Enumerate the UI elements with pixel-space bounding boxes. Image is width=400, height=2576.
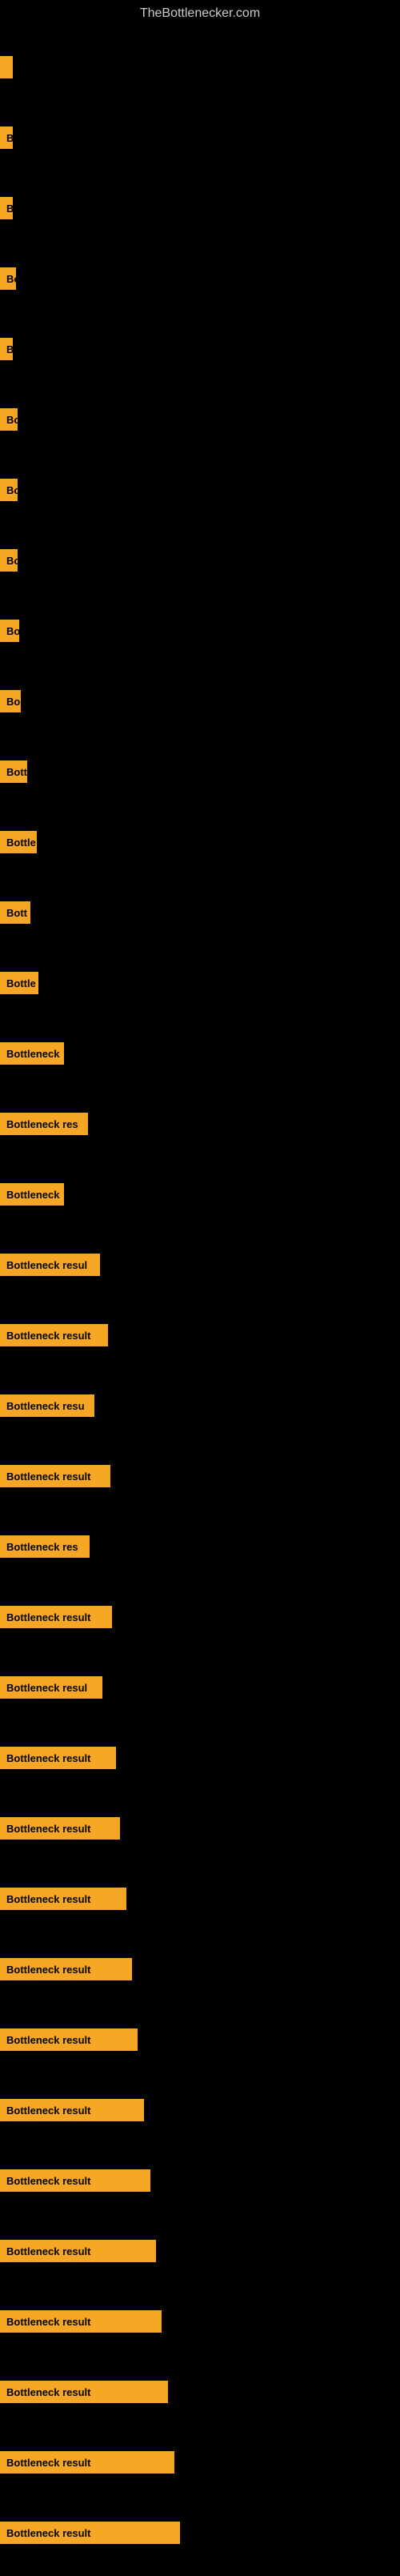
list-item: Bott [0, 736, 400, 807]
list-item: Bottleneck result [0, 1934, 400, 2004]
bottleneck-label [0, 56, 13, 78]
list-item: Bottleneck res [0, 1511, 400, 1582]
list-item: Bottleneck result [0, 1723, 400, 1793]
bottleneck-label: Bottleneck result [0, 1606, 112, 1628]
bottleneck-label: Bottleneck result [0, 1958, 132, 1980]
bottleneck-label: Bo [0, 408, 18, 431]
bottleneck-label: B [0, 197, 13, 219]
bottleneck-label: Bottleneck [0, 1042, 64, 1065]
bottleneck-label: Bott [0, 901, 30, 924]
bottleneck-label: Bottleneck res [0, 1113, 88, 1135]
list-item: Bottleneck resu [0, 1370, 400, 1441]
bottleneck-label: Bott [0, 760, 27, 783]
list-item: Bo [0, 384, 400, 455]
list-item: Bottleneck resul [0, 1652, 400, 1723]
bottleneck-label: Bottleneck resu [0, 1394, 94, 1417]
list-item: Bottleneck result [0, 1441, 400, 1511]
list-item: Bott [0, 877, 400, 948]
bottleneck-label: Bo [0, 690, 21, 712]
list-item: Bo [0, 455, 400, 525]
list-item: Bottleneck res [0, 1089, 400, 1159]
list-item: Bottle [0, 807, 400, 877]
bottleneck-label: Bo [0, 620, 19, 642]
bottleneck-label: Bottleneck resul [0, 1254, 100, 1276]
list-item: B [0, 173, 400, 243]
list-item: Bottle [0, 948, 400, 1018]
list-item: Bottleneck result [0, 2498, 400, 2568]
bottleneck-label: Bottleneck result [0, 2028, 138, 2051]
list-item: Bottleneck result [0, 1582, 400, 1652]
list-item: B [0, 102, 400, 173]
list-item: Bottleneck result [0, 2075, 400, 2145]
list-item: Bo [0, 525, 400, 596]
list-item: Bottleneck [0, 1159, 400, 1230]
list-item: Bottleneck [0, 1018, 400, 1089]
list-item: Bottleneck result [0, 2145, 400, 2216]
rows-container: B B Bo B Bo Bo Bo Bo Bo Bott Bottle Bott Bottle Bottl… [0, 24, 400, 2576]
bottleneck-label: Bottleneck result [0, 2099, 144, 2121]
list-item: Bottleneck resul [0, 1230, 400, 1300]
bottleneck-label: Bottleneck result [0, 2381, 168, 2403]
list-item: Bo [0, 243, 400, 314]
bottleneck-label: Bottleneck result [0, 1465, 110, 1487]
list-item: Bottleneck result [0, 2357, 400, 2427]
list-item: Bottleneck result [0, 2427, 400, 2498]
bottleneck-label: Bo [0, 479, 18, 501]
bottleneck-label: Bottleneck result [0, 1324, 108, 1346]
bottleneck-label: Bottleneck result [0, 2240, 156, 2262]
list-item [0, 32, 400, 102]
bottleneck-label: Bottleneck result [0, 1747, 116, 1769]
list-item: Bottleneck result [0, 1300, 400, 1370]
list-item: B [0, 314, 400, 384]
list-item: Bottleneck result [0, 2004, 400, 2075]
bottleneck-label: Bottleneck result [0, 2522, 180, 2544]
bottleneck-label: B [0, 126, 13, 149]
list-item: Bo [0, 596, 400, 666]
bottleneck-label: Bottleneck resul [0, 1676, 102, 1699]
bottleneck-label: Bottleneck res [0, 1535, 90, 1558]
list-item: Bottleneck result [0, 1793, 400, 1864]
bottleneck-label: Bottleneck result [0, 1817, 120, 1840]
site-title: TheBottlenecker.com [0, 0, 400, 24]
bottleneck-label: Bottle [0, 972, 38, 994]
bottleneck-label: Bottleneck result [0, 1888, 126, 1910]
list-item: Bottleneck result [0, 2216, 400, 2286]
bottleneck-label: Bottleneck [0, 1183, 64, 1206]
list-item: Bottleneck result [0, 1864, 400, 1934]
list-item: Bo [0, 666, 400, 736]
bottleneck-label: Bo [0, 267, 16, 290]
bottleneck-label: Bottle [0, 831, 37, 853]
bottleneck-label: B [0, 338, 13, 360]
bottleneck-label: Bo [0, 549, 18, 572]
bottleneck-label: Bottleneck result [0, 2169, 150, 2192]
bottleneck-label: Bottleneck result [0, 2310, 162, 2333]
bottleneck-label: Bottleneck result [0, 2451, 174, 2474]
site-header: TheBottlenecker.com [0, 0, 400, 24]
list-item: Bottleneck result [0, 2286, 400, 2357]
